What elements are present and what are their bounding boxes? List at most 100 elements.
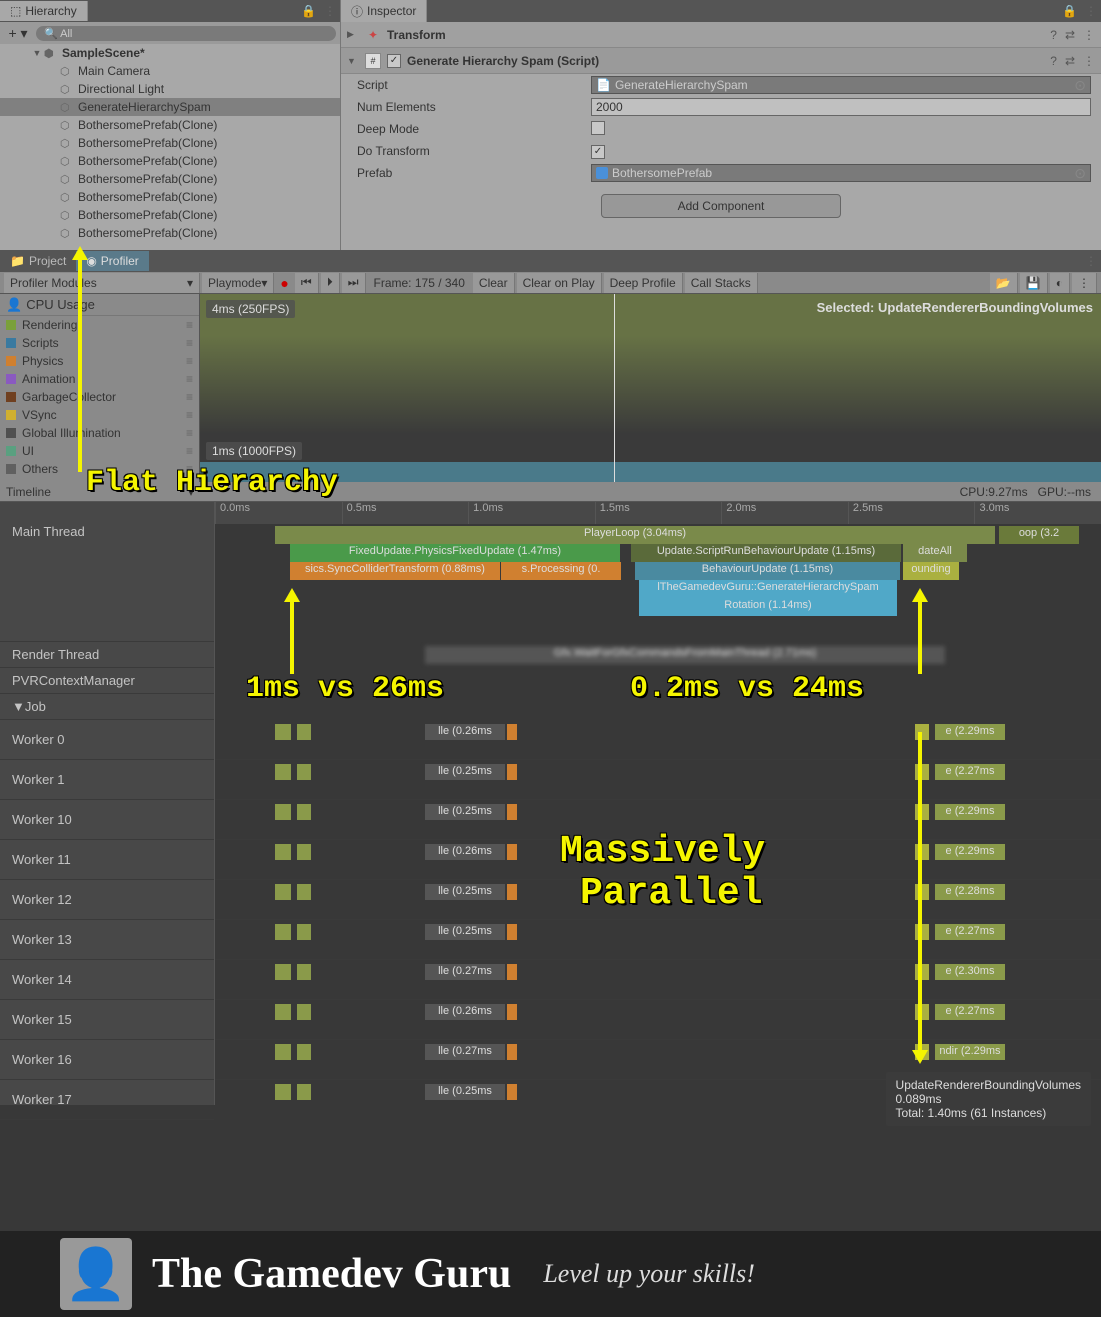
hierarchy-item[interactable]: ⬡BothersomePrefab(Clone) — [0, 188, 340, 206]
legend-item[interactable]: Global Illumination≡ — [0, 424, 199, 442]
behaviour-block[interactable]: BehaviourUpdate (1.15ms) — [635, 562, 900, 580]
menu-icon[interactable]: ⋮ — [1083, 28, 1095, 42]
render-thread-label[interactable]: Render Thread — [0, 642, 214, 668]
save-button[interactable]: 💾 — [1020, 273, 1048, 293]
preset-icon[interactable]: ⇄ — [1065, 54, 1075, 68]
worker-label[interactable]: Worker 13 — [0, 920, 214, 960]
legend-item[interactable]: UI≡ — [0, 442, 199, 460]
record-button[interactable]: ● — [276, 275, 292, 291]
worker-label[interactable]: Worker 10 — [0, 800, 214, 840]
menu-icon[interactable]: ⋮ — [1081, 254, 1101, 268]
menu-button[interactable]: ⋮ — [1072, 273, 1097, 293]
profiler-tab[interactable]: ◉Profiler — [76, 251, 149, 271]
menu-icon[interactable]: ⋮ — [1083, 54, 1095, 68]
hierarchy-item[interactable]: ⬡Main Camera — [0, 62, 340, 80]
legend-item[interactable]: GarbageCollector≡ — [0, 388, 199, 406]
hierarchy-item[interactable]: ⬡BothersomePrefab(Clone) — [0, 224, 340, 242]
legend-item[interactable]: Scripts≡ — [0, 334, 199, 352]
main-thread-label[interactable]: Main Thread — [0, 502, 214, 642]
load-button[interactable]: 📂 — [990, 273, 1018, 293]
worker-track[interactable]: lle (0.25mse (2.28ms — [215, 880, 1101, 920]
create-button[interactable]: + ▾ — [4, 25, 32, 42]
worker-track[interactable]: lle (0.25mse (2.27ms — [215, 760, 1101, 800]
worker-track[interactable]: lle (0.25mse (2.27ms — [215, 920, 1101, 960]
expand-arrow-icon[interactable]: ▼ — [347, 56, 359, 66]
expand-arrow-icon[interactable]: ▶ — [347, 29, 359, 40]
hierarchy-item[interactable]: ⬡GenerateHierarchySpam — [0, 98, 340, 116]
renderwait-block[interactable]: Gfx.WaitForGfxCommandsFromMainThread (2.… — [425, 646, 945, 664]
hierarchy-tab[interactable]: ⬚Hierarchy — [0, 1, 88, 21]
loop-block[interactable]: oop (3.2 — [999, 526, 1079, 544]
rotation-block[interactable]: Rotation (1.14ms) — [639, 598, 897, 616]
worker-track[interactable]: lle (0.26mse (2.29ms — [215, 840, 1101, 880]
hierarchy-item[interactable]: ⬡BothersomePrefab(Clone) — [0, 116, 340, 134]
settings-button[interactable]: ◐ — [1050, 273, 1070, 293]
prefab-field[interactable]: BothersomePrefab⊙ — [591, 164, 1091, 182]
hierarchy-item[interactable]: ⬡BothersomePrefab(Clone) — [0, 152, 340, 170]
worker-track[interactable]: lle (0.27mse (2.30ms — [215, 960, 1101, 1000]
synccollider-block[interactable]: sics.SyncColliderTransform (0.88ms) — [290, 562, 500, 580]
frame-next-button[interactable]: ⏭ — [342, 273, 366, 293]
pvr-label[interactable]: PVRContextManager — [0, 668, 214, 694]
legend-item[interactable]: VSync≡ — [0, 406, 199, 424]
object-picker-icon[interactable]: ⊙ — [1074, 165, 1086, 182]
worker-track[interactable]: lle (0.26mse (2.27ms — [215, 1000, 1101, 1040]
timeline-content[interactable]: 0.0ms0.5ms1.0ms1.5ms2.0ms2.5ms3.0ms Play… — [215, 502, 1101, 1105]
call-stacks-button[interactable]: Call Stacks — [685, 273, 758, 293]
worker-label[interactable]: Worker 15 — [0, 1000, 214, 1040]
menu-icon[interactable]: ⋮ — [320, 4, 340, 18]
cpu-graph[interactable]: 4ms (250FPS) 1ms (1000FPS) Selected: Upd… — [200, 294, 1101, 482]
lock-icon[interactable]: 🔒 — [1058, 4, 1081, 18]
fixedupdate-block[interactable]: FixedUpdate.PhysicsFixedUpdate (1.47ms) — [290, 544, 620, 562]
enable-checkbox[interactable]: ✓ — [387, 54, 401, 68]
num-elements-input[interactable] — [591, 98, 1091, 116]
hierarchy-item[interactable]: ⬡BothersomePrefab(Clone) — [0, 170, 340, 188]
worker-track[interactable]: lle (0.26mse (2.29ms — [215, 720, 1101, 760]
deep-profile-button[interactable]: Deep Profile — [604, 273, 683, 293]
legend-item[interactable]: Animation≡ — [0, 370, 199, 388]
preset-icon[interactable]: ⇄ — [1065, 28, 1075, 42]
bounding-block[interactable]: ounding — [903, 562, 959, 580]
frame-prev-button[interactable]: ⏵ — [321, 273, 340, 293]
frame-first-button[interactable]: ⏮ — [295, 273, 319, 293]
worker-label[interactable]: Worker 17 — [0, 1080, 214, 1120]
profiler-modules-dropdown[interactable]: Profiler Modules ▾ — [4, 273, 200, 293]
hierarchy-item[interactable]: ⬡Directional Light — [0, 80, 340, 98]
object-picker-icon[interactable]: ⊙ — [1074, 77, 1086, 94]
scene-row[interactable]: ▼⬢SampleScene* — [0, 44, 340, 62]
clear-button[interactable]: Clear — [473, 273, 515, 293]
do-transform-checkbox[interactable]: ✓ — [591, 145, 605, 159]
hierarchy-item[interactable]: ⬡BothersomePrefab(Clone) — [0, 134, 340, 152]
genspam-block[interactable]: lTheGamedevGuru::GenerateHierarchySpam — [639, 580, 897, 598]
processing-block[interactable]: s.Processing (0. — [501, 562, 621, 580]
worker-label[interactable]: Worker 14 — [0, 960, 214, 1000]
inspector-tab[interactable]: ⓘInspector — [341, 0, 427, 23]
worker-label[interactable]: Worker 11 — [0, 840, 214, 880]
worker-label[interactable]: Worker 0 — [0, 720, 214, 760]
legend-item[interactable]: Rendering≡ — [0, 316, 199, 334]
help-icon[interactable]: ? — [1050, 54, 1057, 68]
timeline-dropdown[interactable]: Timeline ▾ — [0, 485, 200, 499]
expand-arrow-icon[interactable]: ▼ — [30, 48, 44, 58]
deep-mode-checkbox[interactable] — [591, 121, 605, 135]
worker-label[interactable]: Worker 16 — [0, 1040, 214, 1080]
project-tab[interactable]: 📁Project — [0, 251, 76, 271]
playerloop-block[interactable]: PlayerLoop (3.04ms) — [275, 526, 995, 544]
playmode-dropdown[interactable]: Playmode ▾ — [202, 273, 274, 293]
menu-icon[interactable]: ⋮ — [1081, 4, 1101, 18]
updateall-block[interactable]: dateAll — [903, 544, 967, 562]
job-label[interactable]: ▼ Job — [0, 694, 214, 720]
help-icon[interactable]: ? — [1050, 28, 1057, 42]
lock-icon[interactable]: 🔒 — [297, 4, 320, 18]
hierarchy-item[interactable]: ⬡BothersomePrefab(Clone) — [0, 206, 340, 224]
hierarchy-tree[interactable]: ▼⬢SampleScene* ⬡Main Camera⬡Directional … — [0, 44, 340, 250]
legend-item[interactable]: Physics≡ — [0, 352, 199, 370]
worker-label[interactable]: Worker 12 — [0, 880, 214, 920]
worker-label[interactable]: Worker 1 — [0, 760, 214, 800]
legend-item[interactable]: Others≡ — [0, 460, 199, 478]
clear-on-play-button[interactable]: Clear on Play — [517, 273, 602, 293]
search-input[interactable]: 🔍 All — [36, 26, 336, 41]
worker-track[interactable]: lle (0.25mse (2.29ms — [215, 800, 1101, 840]
scriptrun-block[interactable]: Update.ScriptRunBehaviourUpdate (1.15ms) — [631, 544, 901, 562]
add-component-button[interactable]: Add Component — [601, 194, 841, 218]
